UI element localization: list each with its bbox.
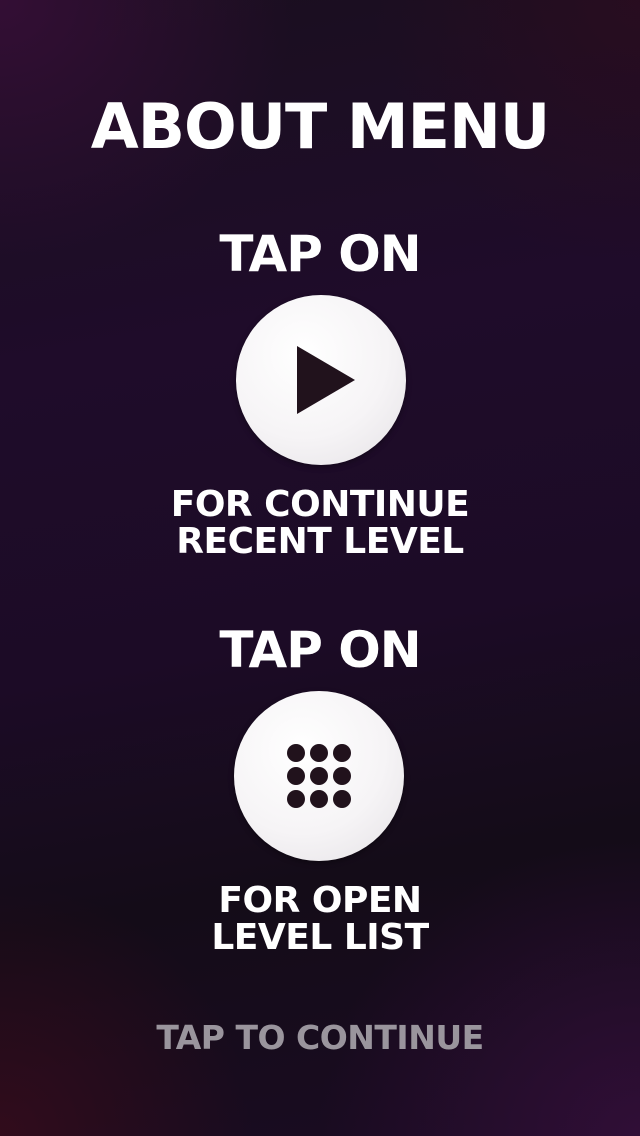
level-grid-icon [287, 744, 351, 808]
tap-on-label-levels: TAP ON [219, 621, 421, 679]
grid-dot [310, 767, 328, 785]
level-list-description: FOR OPEN LEVEL LIST [0, 882, 640, 956]
grid-dot [310, 744, 328, 762]
play-description: FOR CONTINUE RECENT LEVEL [0, 486, 640, 560]
grid-dot [310, 790, 328, 808]
level-list-description-line1: FOR OPEN [218, 880, 422, 921]
grid-dot [287, 790, 305, 808]
grid-dot [333, 744, 351, 762]
tap-to-continue-button[interactable]: TAP TO CONTINUE [0, 1018, 640, 1058]
play-description-line1: FOR CONTINUE [170, 484, 470, 525]
grid-dot [333, 790, 351, 808]
play-icon [297, 346, 355, 414]
level-list-button[interactable] [234, 691, 404, 861]
grid-dot [287, 744, 305, 762]
grid-dot [287, 767, 305, 785]
page-title: ABOUT MENU [90, 90, 550, 163]
play-description-line2: RECENT LEVEL [176, 521, 464, 562]
play-button[interactable] [236, 295, 406, 465]
grid-dot [333, 767, 351, 785]
tap-on-label-play: TAP ON [219, 225, 421, 283]
level-list-description-line2: LEVEL LIST [211, 917, 429, 958]
